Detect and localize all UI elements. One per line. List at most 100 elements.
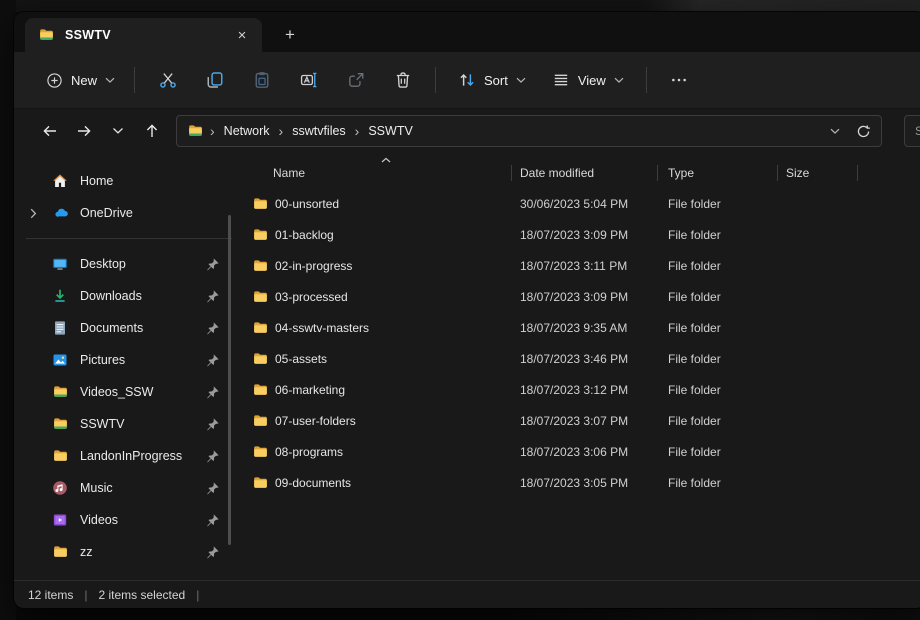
back-button[interactable] xyxy=(34,116,65,147)
address-bar[interactable]: ›Network›sswtvfiles›SSWTV xyxy=(176,115,882,147)
file-row[interactable]: 06-marketing 18/07/2023 3:12 PM File fol… xyxy=(250,374,920,405)
folder-icon xyxy=(252,197,269,211)
pin-icon xyxy=(205,353,220,368)
folder-icon xyxy=(252,228,269,242)
tab-title: SSWTV xyxy=(65,28,220,42)
arrow-up-icon xyxy=(144,123,160,139)
clipboard-icon xyxy=(253,71,271,89)
file-list-panel: Name Date modified Type Size 00-unsorted… xyxy=(250,153,920,580)
file-row[interactable]: 07-user-folders 18/07/2023 3:07 PM File … xyxy=(250,405,920,436)
column-header-type[interactable]: Type xyxy=(658,158,778,188)
pin-icon xyxy=(205,417,220,432)
address-dropdown-button[interactable] xyxy=(821,118,849,144)
column-header-name[interactable]: Name xyxy=(250,158,512,188)
file-row[interactable]: 04-sswtv-masters 18/07/2023 9:35 AM File… xyxy=(250,312,920,343)
forward-button[interactable] xyxy=(68,116,99,147)
arrow-left-icon xyxy=(42,123,58,139)
copy-button[interactable] xyxy=(191,61,238,99)
scissors-icon xyxy=(159,71,177,89)
search-input[interactable]: Search SSWTV xyxy=(904,115,920,147)
file-row[interactable]: 08-programs 18/07/2023 3:06 PM File fold… xyxy=(250,436,920,467)
share-button[interactable] xyxy=(332,61,379,99)
pictures-icon xyxy=(52,352,70,368)
desktop-icon xyxy=(52,256,70,272)
recent-locations-button[interactable] xyxy=(102,116,133,147)
breadcrumb-segment[interactable]: Network xyxy=(217,120,277,142)
command-toolbar: New Sort View xyxy=(14,52,920,109)
folder-icon xyxy=(52,544,70,560)
arrow-right-icon xyxy=(76,123,92,139)
address-bar-row: ›Network›sswtvfiles›SSWTV Search SSWTV xyxy=(14,109,920,153)
column-header-size[interactable]: Size xyxy=(778,158,858,188)
close-tab-icon[interactable]: × xyxy=(230,23,254,47)
pin-icon xyxy=(205,513,220,528)
file-row[interactable]: 03-processed 18/07/2023 3:09 PM File fol… xyxy=(250,281,920,312)
share-icon xyxy=(347,71,365,89)
view-button[interactable]: View xyxy=(539,63,637,97)
sidebar-item-desktop[interactable]: Desktop xyxy=(14,248,250,280)
main-area: Home OneDrive Desktop Downloads Document… xyxy=(14,153,920,580)
folder-synced-icon xyxy=(52,384,70,400)
folder-icon xyxy=(38,28,55,43)
sidebar-item-sswtv[interactable]: SSWTV xyxy=(14,408,250,440)
file-row[interactable]: 09-documents 18/07/2023 3:05 PM File fol… xyxy=(250,467,920,498)
chevron-down-icon xyxy=(112,127,124,135)
breadcrumb-segment[interactable]: sswtvfiles xyxy=(285,120,352,142)
chevron-down-icon xyxy=(105,77,115,84)
folder-icon xyxy=(52,448,70,464)
cut-button[interactable] xyxy=(144,61,191,99)
sidebar-item-videos[interactable]: Videos xyxy=(14,504,250,536)
folder-icon xyxy=(252,476,269,490)
desktop-background xyxy=(0,0,920,12)
sidebar-item-downloads[interactable]: Downloads xyxy=(14,280,250,312)
plus-circle-icon xyxy=(46,72,63,89)
sort-arrows-icon xyxy=(458,71,476,89)
more-options-button[interactable] xyxy=(656,61,703,99)
paste-button[interactable] xyxy=(238,61,285,99)
file-row[interactable]: 05-assets 18/07/2023 3:46 PM File folder xyxy=(250,343,920,374)
videos-icon xyxy=(52,512,70,528)
new-button[interactable]: New xyxy=(36,64,125,97)
sidebar-item-landoninprogress[interactable]: LandonInProgress xyxy=(14,440,250,472)
music-icon xyxy=(52,480,70,496)
tab-sswtv[interactable]: SSWTV × xyxy=(25,18,262,52)
toolbar-divider xyxy=(134,67,135,93)
rename-button[interactable] xyxy=(285,61,332,99)
pin-icon xyxy=(205,385,220,400)
sidebar-item-onedrive[interactable]: OneDrive xyxy=(14,197,250,229)
folder-icon xyxy=(252,445,269,459)
folder-icon xyxy=(252,259,269,273)
breadcrumb-segment[interactable]: SSWTV xyxy=(361,120,419,142)
file-row[interactable]: 01-backlog 18/07/2023 3:09 PM File folde… xyxy=(250,219,920,250)
sidebar-item-pictures[interactable]: Pictures xyxy=(14,344,250,376)
folder-icon xyxy=(252,321,269,335)
trash-icon xyxy=(394,71,412,89)
chevron-right-icon: › xyxy=(277,123,286,139)
navigation-pane: Home OneDrive Desktop Downloads Document… xyxy=(14,153,250,580)
sidebar-item-music[interactable]: Music xyxy=(14,472,250,504)
pin-icon xyxy=(205,449,220,464)
file-row[interactable]: 02-in-progress 18/07/2023 3:11 PM File f… xyxy=(250,250,920,281)
folder-icon xyxy=(187,124,204,139)
up-button[interactable] xyxy=(136,116,167,147)
sort-button[interactable]: Sort xyxy=(445,63,539,97)
onedrive-icon xyxy=(52,205,70,221)
sidebar-item-documents[interactable]: Documents xyxy=(14,312,250,344)
ellipsis-icon xyxy=(670,71,688,89)
sidebar-item-zz[interactable]: zz xyxy=(14,536,250,568)
sidebar-item-videos-ssw[interactable]: Videos_SSW xyxy=(14,376,250,408)
chevron-down-icon xyxy=(614,77,624,84)
sidebar-scrollbar[interactable] xyxy=(228,215,231,545)
file-row[interactable]: 00-unsorted 30/06/2023 5:04 PM File fold… xyxy=(250,188,920,219)
new-tab-button[interactable]: + xyxy=(276,21,304,49)
column-header-date-modified[interactable]: Date modified xyxy=(512,158,658,188)
delete-button[interactable] xyxy=(379,61,426,99)
sidebar-item-home[interactable]: Home xyxy=(14,165,250,197)
downloads-icon xyxy=(52,288,70,304)
refresh-button[interactable] xyxy=(849,118,877,144)
expand-chevron-icon xyxy=(30,208,52,219)
refresh-icon xyxy=(856,124,871,139)
copy-icon xyxy=(206,71,224,89)
file-explorer-window: SSWTV × + New Sort View xyxy=(14,12,920,608)
pin-icon xyxy=(205,289,220,304)
